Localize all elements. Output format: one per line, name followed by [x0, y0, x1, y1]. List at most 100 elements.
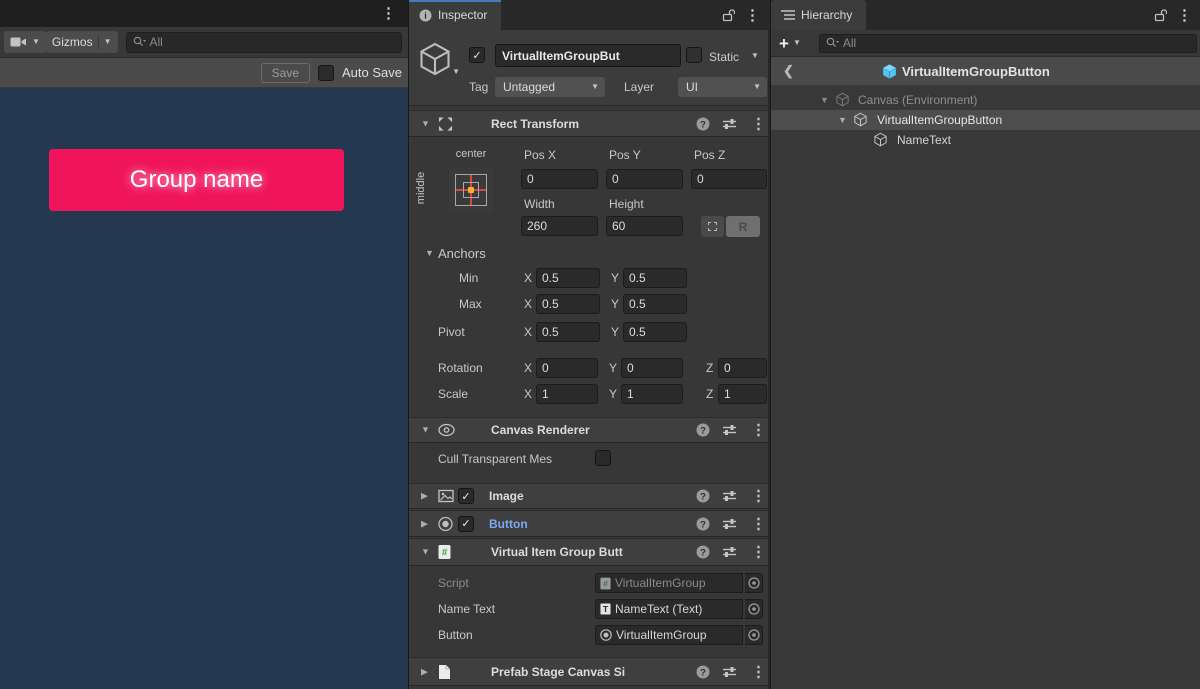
tab-hierarchy-label: Hierarchy: [801, 8, 852, 22]
hierarchy-search-input[interactable]: All: [819, 34, 1197, 53]
gizmos-dropdown[interactable]: Gizmos ▼: [46, 31, 118, 53]
width-label: Width: [524, 197, 555, 211]
object-picker-icon[interactable]: [744, 573, 763, 593]
static-dropdown-icon[interactable]: ▼: [751, 52, 759, 60]
tab-inspector[interactable]: i Inspector: [409, 0, 501, 30]
object-picker-icon[interactable]: [744, 625, 763, 645]
component-kebab-icon[interactable]: ⋮: [751, 489, 766, 504]
scene-canvas[interactable]: Group name: [0, 88, 408, 689]
pos-x-field[interactable]: [521, 169, 598, 189]
name-text-object-field[interactable]: T NameText (Text): [595, 599, 743, 619]
tag-dropdown[interactable]: Untagged ▼: [495, 77, 605, 97]
camera-options-button[interactable]: ▼: [4, 31, 46, 53]
button-enabled-checkbox[interactable]: ✓: [458, 516, 474, 532]
rotation-label: Rotation: [438, 361, 483, 375]
button-object-field[interactable]: VirtualItemGroup: [595, 625, 743, 645]
prefab-root-name[interactable]: VirtualItemGroupButton: [902, 64, 1050, 79]
layer-dropdown[interactable]: UI ▼: [678, 77, 767, 97]
component-kebab-icon[interactable]: ⋮: [751, 423, 766, 438]
component-kebab-icon[interactable]: ⋮: [751, 545, 766, 560]
presets-icon[interactable]: [722, 117, 737, 131]
height-field[interactable]: [606, 216, 683, 236]
anchor-preset-widget[interactable]: [449, 168, 493, 212]
tab-hierarchy[interactable]: Hierarchy: [771, 0, 866, 30]
presets-icon[interactable]: [722, 423, 737, 437]
back-chevron-icon[interactable]: ❮: [783, 63, 794, 79]
foldout-expanded-icon[interactable]: ▼: [421, 426, 430, 435]
presets-icon[interactable]: [722, 665, 737, 679]
search-icon: [826, 37, 839, 49]
save-button[interactable]: Save: [261, 63, 310, 83]
button-component-header[interactable]: ▶ ✓ Button ? ⋮: [409, 510, 768, 537]
component-kebab-icon[interactable]: ⋮: [751, 116, 766, 131]
scale-x-field[interactable]: [536, 384, 598, 404]
foldout-collapsed-icon[interactable]: ▶: [421, 492, 428, 501]
anchor-min-x-field[interactable]: [536, 268, 600, 288]
presets-icon[interactable]: [722, 517, 737, 531]
gameobject-name-field[interactable]: [495, 44, 681, 67]
tree-row-virtual-item-group-button[interactable]: ▼ VirtualItemGroupButton: [771, 110, 1200, 130]
anchor-max-x-field[interactable]: [536, 294, 600, 314]
canvas-renderer-header[interactable]: ▼ Canvas Renderer ? ⋮: [409, 417, 768, 443]
x-prefix: X: [524, 325, 532, 339]
static-checkbox[interactable]: [686, 47, 702, 63]
anchor-max-y-field[interactable]: [623, 294, 687, 314]
chevron-down-icon[interactable]: ▼: [793, 39, 801, 47]
blueprint-mode-button[interactable]: [701, 216, 724, 237]
prefab-stage-title: Prefab Stage Canvas Si: [491, 665, 625, 679]
help-icon[interactable]: ?: [696, 517, 710, 531]
inspector-kebab-icon[interactable]: ⋮: [745, 8, 760, 23]
hierarchy-kebab-icon[interactable]: ⋮: [1177, 8, 1192, 23]
scale-z-field[interactable]: [718, 384, 767, 404]
svg-text:#: #: [442, 548, 448, 559]
image-enabled-checkbox[interactable]: ✓: [458, 488, 474, 504]
lock-open-icon[interactable]: [722, 8, 735, 22]
anchor-min-y-field[interactable]: [623, 268, 687, 288]
pos-z-field[interactable]: [691, 169, 767, 189]
foldout-expanded-icon[interactable]: ▼: [421, 119, 430, 128]
create-plus-icon[interactable]: +: [779, 35, 789, 52]
rotation-x-field[interactable]: [536, 358, 598, 378]
foldout-expanded-icon[interactable]: ▼: [421, 548, 430, 557]
help-icon[interactable]: ?: [696, 665, 710, 679]
rect-transform-header[interactable]: ▼ Rect Transform ? ⋮: [409, 110, 768, 137]
prefab-stage-header[interactable]: ▶ Prefab Stage Canvas Si ? ⋮: [409, 657, 768, 686]
virtual-item-group-button-header[interactable]: ▼ # Virtual Item Group Butt ? ⋮: [409, 538, 768, 566]
help-icon[interactable]: ?: [696, 545, 710, 559]
pivot-x-field[interactable]: [536, 322, 600, 342]
tree-row-canvas-environment[interactable]: ▼ Canvas (Environment): [771, 90, 1200, 110]
anchors-foldout-icon[interactable]: ▼: [425, 249, 434, 258]
rotation-z-field[interactable]: [718, 358, 767, 378]
image-component-header[interactable]: ▶ ✓ Image ? ⋮: [409, 483, 768, 509]
pivot-y-field[interactable]: [623, 322, 687, 342]
help-icon[interactable]: ?: [696, 423, 710, 437]
width-field[interactable]: [521, 216, 598, 236]
gameobject-cube-icon[interactable]: ▼: [417, 41, 453, 77]
prefab-mode-bar: ❮ VirtualItemGroupButton: [771, 57, 1200, 86]
scene-search-input[interactable]: All: [126, 32, 402, 53]
rotation-y-field[interactable]: [621, 358, 683, 378]
tree-item-label: VirtualItemGroupButton: [877, 113, 1002, 127]
raw-edit-mode-button[interactable]: R: [726, 216, 760, 237]
foldout-expanded-icon[interactable]: ▼: [820, 96, 829, 105]
lock-open-icon[interactable]: [1154, 8, 1167, 22]
tree-row-name-text[interactable]: NameText: [771, 130, 1200, 150]
component-kebab-icon[interactable]: ⋮: [751, 516, 766, 531]
auto-save-checkbox[interactable]: [318, 65, 334, 81]
object-picker-icon[interactable]: [744, 599, 763, 619]
component-kebab-icon[interactable]: ⋮: [751, 664, 766, 679]
scale-y-field[interactable]: [621, 384, 683, 404]
group-name-ui-button[interactable]: Group name: [49, 149, 344, 211]
foldout-collapsed-icon[interactable]: ▶: [421, 519, 428, 528]
pos-y-field[interactable]: [606, 169, 683, 189]
help-icon[interactable]: ?: [696, 489, 710, 503]
presets-icon[interactable]: [722, 489, 737, 503]
foldout-collapsed-icon[interactable]: ▶: [421, 667, 428, 676]
scene-kebab-icon[interactable]: ⋮: [381, 6, 396, 21]
active-checkbox[interactable]: ✓: [469, 47, 485, 63]
help-icon[interactable]: ?: [696, 117, 710, 131]
foldout-expanded-icon[interactable]: ▼: [838, 116, 847, 125]
cull-transparent-mesh-checkbox[interactable]: [595, 450, 611, 466]
presets-icon[interactable]: [722, 545, 737, 559]
script-object-field[interactable]: # VirtualItemGroup: [595, 573, 743, 593]
